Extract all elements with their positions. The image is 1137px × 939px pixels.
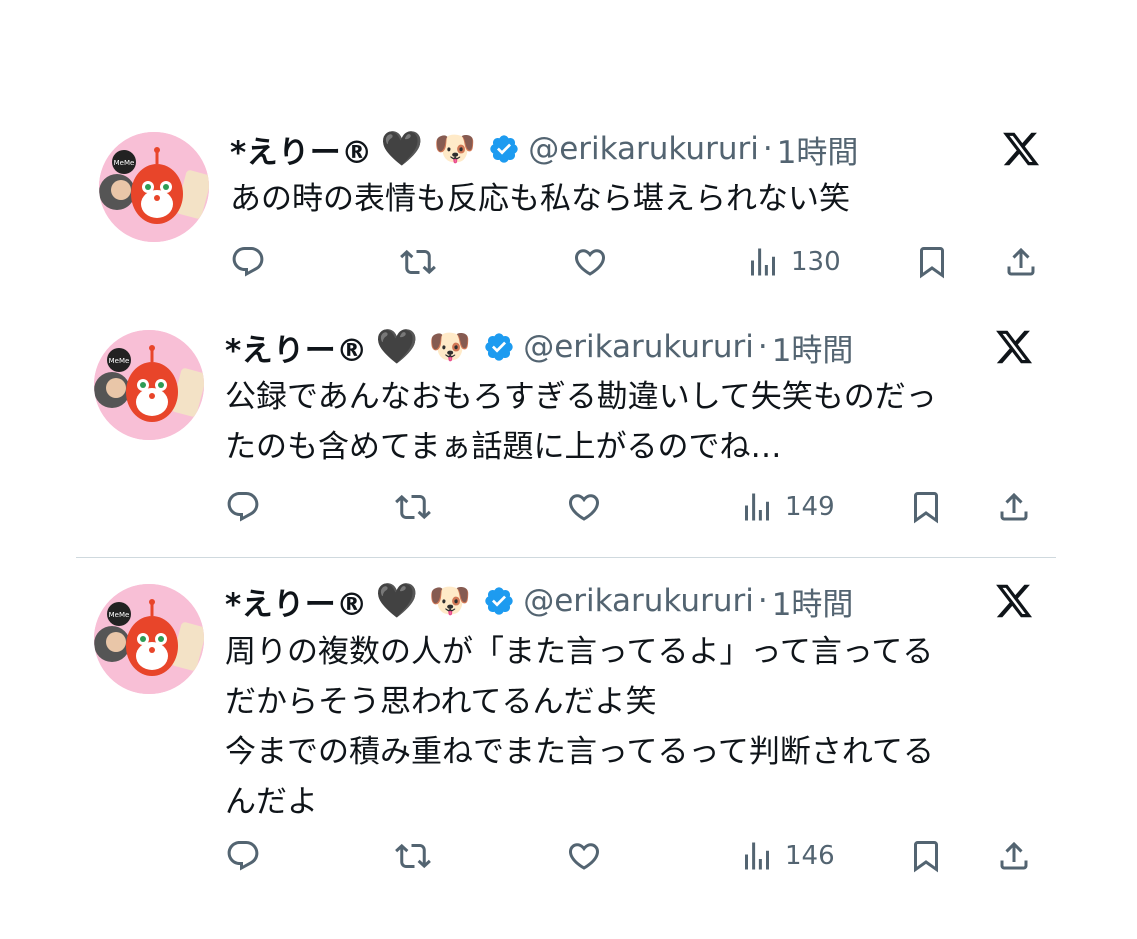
tweet-3[interactable]: MeMe *えりー® 🖤 🐶 @erikarukururi · 1時間 周りの複… bbox=[0, 0, 1137, 939]
tweet-header: *えりー® 🖤 🐶 @erikarukururi · 1時間 bbox=[225, 579, 853, 623]
like-icon bbox=[568, 843, 600, 870]
x-logo-icon[interactable] bbox=[994, 581, 1034, 621]
share-icon bbox=[1000, 841, 1028, 870]
share-button[interactable] bbox=[996, 836, 1032, 876]
bookmark-button[interactable] bbox=[908, 836, 944, 876]
like-button[interactable] bbox=[566, 836, 602, 876]
verified-badge-icon bbox=[483, 585, 515, 617]
bookmark-icon bbox=[914, 841, 938, 873]
display-name[interactable]: *えりー® bbox=[225, 579, 368, 624]
views-icon bbox=[745, 842, 769, 870]
avatar-image: MeMe bbox=[94, 584, 204, 694]
tweet-text: 周りの複数の人が「また言ってるよ」って言ってる だからそう思われてるんだよ笑 今… bbox=[225, 634, 934, 820]
separator: · bbox=[757, 583, 768, 619]
timestamp[interactable]: 1時間 bbox=[772, 579, 854, 624]
reply-button[interactable] bbox=[225, 836, 261, 876]
views-count: 146 bbox=[785, 841, 835, 871]
tweet-actions: 146 bbox=[0, 836, 1137, 876]
name-emojis: 🖤 🐶 bbox=[375, 581, 472, 621]
retweet-button[interactable] bbox=[395, 836, 431, 876]
views-button[interactable]: 146 bbox=[739, 836, 835, 876]
handle[interactable]: @erikarukururi bbox=[523, 583, 754, 619]
retweet-icon bbox=[395, 843, 431, 869]
svg-text:MeMe: MeMe bbox=[109, 611, 130, 619]
avatar[interactable]: MeMe bbox=[94, 584, 204, 694]
reply-icon bbox=[227, 841, 259, 871]
